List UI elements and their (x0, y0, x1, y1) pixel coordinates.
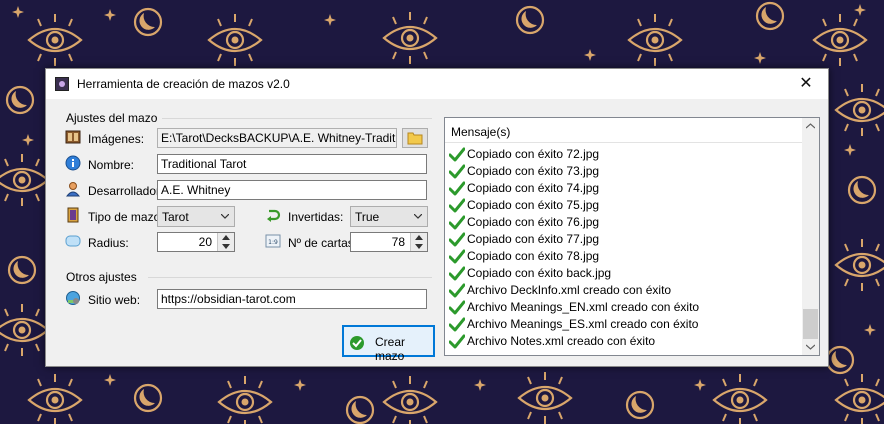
check-icon (350, 336, 364, 350)
user-icon (65, 182, 81, 197)
inverted-select[interactable]: True (350, 206, 428, 227)
message-item[interactable]: Archivo Meanings_ES.xml creado con éxito (447, 316, 699, 333)
success-check-icon (449, 334, 465, 349)
message-item[interactable]: Copiado con éxito back.jpg (447, 265, 699, 282)
card-count-spinner-buttons (410, 233, 427, 251)
invert-icon (267, 209, 281, 222)
scrollbar-thumb[interactable] (803, 309, 818, 339)
scroll-up-arrow-icon[interactable] (806, 123, 815, 129)
svg-text:1:9: 1:9 (268, 239, 278, 246)
website-icon (66, 291, 80, 305)
radius-value: 20 (198, 235, 212, 249)
inverted-label: Invertidas: (288, 210, 344, 224)
deck-type-select[interactable]: Tarot (157, 206, 235, 227)
title-bar[interactable]: Herramienta de creación de mazos v2.0 ✕ (46, 69, 828, 99)
messages-list[interactable]: Mensaje(s) Copiado con éxito 72.jpg Copia… (444, 117, 820, 356)
images-icon (65, 130, 81, 144)
success-check-icon (449, 215, 465, 230)
deck-settings-title: Ajustes del mazo (66, 111, 158, 125)
card-count-spinner[interactable]: 78 (350, 232, 428, 252)
success-check-icon (449, 147, 465, 162)
chevron-down-icon (221, 214, 229, 219)
app-icon (55, 77, 69, 91)
name-label: Nombre: (88, 158, 135, 172)
message-text: Copiado con éxito 77.jpg (467, 232, 600, 246)
messages-scrollbar[interactable] (802, 118, 819, 355)
card-icon (67, 207, 79, 223)
success-check-icon (449, 283, 465, 298)
other-settings-title: Otros ajustes (66, 270, 137, 284)
close-button[interactable]: ✕ (784, 69, 828, 99)
success-check-icon (449, 181, 465, 196)
browse-folder-button[interactable] (402, 128, 428, 148)
messages-items: Copiado con éxito 72.jpg Copiado con éxit… (447, 146, 699, 350)
success-check-icon (449, 266, 465, 281)
success-check-icon (449, 249, 465, 264)
window-title: Herramienta de creación de mazos v2.0 (77, 77, 290, 91)
message-item[interactable]: Archivo DeckInfo.xml creado con éxito (447, 282, 699, 299)
radius-label: Radius: (88, 236, 129, 250)
success-check-icon (449, 164, 465, 179)
deck-type-value: Tarot (162, 210, 189, 224)
messages-header: Mensaje(s) (451, 125, 511, 139)
website-field[interactable]: https://obsidian-tarot.com (157, 289, 427, 309)
message-text: Copiado con éxito 72.jpg (467, 147, 600, 161)
message-text: Copiado con éxito back.jpg (467, 266, 612, 280)
message-item[interactable]: Copiado con éxito 78.jpg (447, 248, 699, 265)
card-count-decrement-button[interactable] (411, 242, 427, 251)
divider (445, 142, 803, 143)
card-count-value: 78 (391, 235, 405, 249)
message-text: Copiado con éxito 75.jpg (467, 198, 600, 212)
success-check-icon (449, 198, 465, 213)
developer-field[interactable]: A.E. Whitney (157, 180, 427, 200)
chevron-up-icon (415, 235, 423, 240)
message-text: Archivo Notes.xml creado con éxito (467, 334, 656, 348)
success-check-icon (449, 232, 465, 247)
developer-label: Desarrollador: (88, 184, 164, 198)
message-text: Copiado con éxito 78.jpg (467, 249, 600, 263)
message-text: Archivo DeckInfo.xml creado con éxito (467, 283, 672, 297)
message-item[interactable]: Copiado con éxito 75.jpg (447, 197, 699, 214)
success-check-icon (449, 300, 465, 315)
radius-icon (65, 235, 81, 247)
folder-icon (407, 132, 423, 145)
deck-tool-window: Herramienta de creación de mazos v2.0 ✕ … (45, 68, 829, 367)
success-check-icon (449, 317, 465, 332)
scroll-down-arrow-icon[interactable] (806, 344, 815, 350)
message-text: Archivo Meanings_EN.xml creado con éxito (467, 300, 700, 314)
message-item[interactable]: Copiado con éxito 73.jpg (447, 163, 699, 180)
deck-type-label: Tipo de mazo: (88, 210, 164, 224)
card-count-label: Nº de cartas: (288, 236, 358, 250)
images-path-field[interactable]: E:\Tarot\DecksBACKUP\A.E. Whitney-Tradit… (157, 128, 397, 148)
images-label: Imágenes: (88, 132, 145, 146)
message-item[interactable]: Archivo Notes.xml creado con éxito (447, 333, 699, 350)
create-deck-label: Crear mazo (375, 335, 406, 363)
message-text: Copiado con éxito 74.jpg (467, 181, 600, 195)
message-text: Archivo Meanings_ES.xml creado con éxito (467, 317, 699, 331)
message-text: Copiado con éxito 76.jpg (467, 215, 600, 229)
message-item[interactable]: Archivo Meanings_EN.xml creado con éxito (447, 299, 699, 316)
inverted-value: True (355, 210, 380, 224)
settings-panel: Ajustes del mazo Imágenes: E:\Tarot\Deck… (58, 109, 437, 316)
message-item[interactable]: Copiado con éxito 76.jpg (447, 214, 699, 231)
chevron-down-icon (222, 244, 230, 249)
create-deck-button[interactable]: Crear mazo (342, 325, 435, 363)
message-item[interactable]: Copiado con éxito 77.jpg (447, 231, 699, 248)
chevron-up-icon (222, 235, 230, 240)
chevron-down-icon (414, 214, 422, 219)
radius-spinner-buttons (217, 233, 234, 251)
website-label: Sitio web: (88, 293, 141, 307)
message-item[interactable]: Copiado con éxito 72.jpg (447, 146, 699, 163)
message-item[interactable]: Copiado con éxito 74.jpg (447, 180, 699, 197)
divider (148, 277, 432, 278)
ratio-icon: 1:9 (265, 234, 281, 248)
message-text: Copiado con éxito 73.jpg (467, 164, 600, 178)
radius-decrement-button[interactable] (218, 242, 234, 251)
radius-spinner[interactable]: 20 (157, 232, 235, 252)
divider (162, 118, 432, 119)
chevron-down-icon (415, 244, 423, 249)
info-icon (65, 155, 81, 171)
name-field[interactable]: Traditional Tarot (157, 154, 427, 174)
